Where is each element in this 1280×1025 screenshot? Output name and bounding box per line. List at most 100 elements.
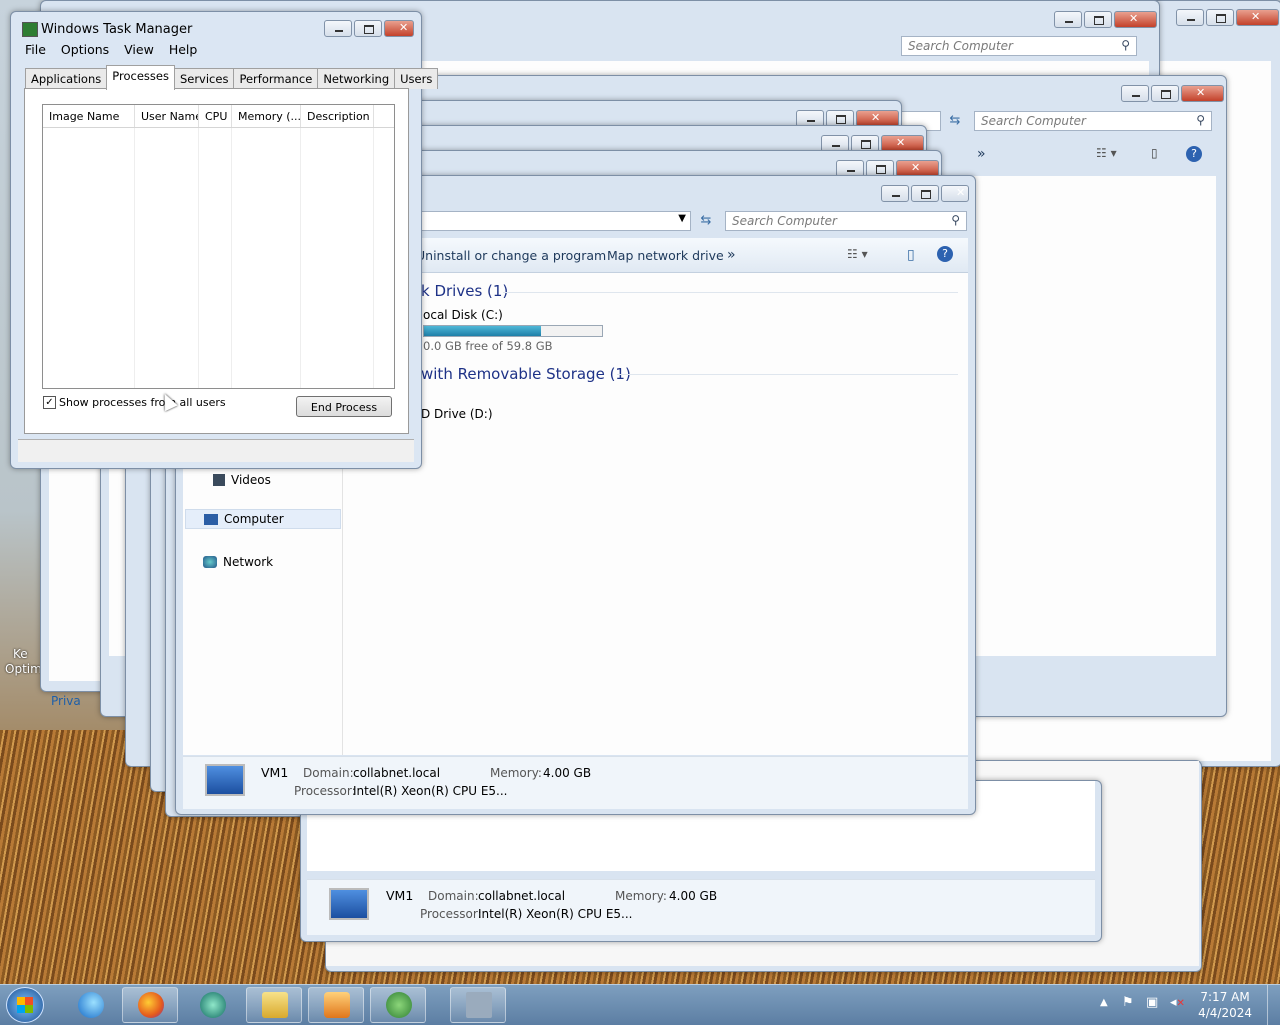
maximize-button[interactable] xyxy=(1084,11,1112,28)
close-button[interactable] xyxy=(1114,11,1157,28)
tab-applications[interactable]: Applications xyxy=(25,68,108,89)
maximize-button[interactable] xyxy=(1151,85,1179,102)
tab-services[interactable]: Services xyxy=(173,68,235,89)
processor-label: Processor: xyxy=(420,907,482,921)
search-icon[interactable]: ⚲ xyxy=(951,213,960,227)
minimize-button[interactable] xyxy=(324,20,352,37)
search-icon[interactable]: ⚲ xyxy=(1196,113,1205,127)
clock-time: 7:17 AM xyxy=(1200,990,1250,1004)
show-all-users-checkbox[interactable]: ✓ Show processes from all users xyxy=(43,396,226,409)
process-list[interactable]: Image Name User Name CPU Memory (... Des… xyxy=(42,104,395,389)
close-button[interactable] xyxy=(384,20,414,37)
preview-pane-icon[interactable]: ▯ xyxy=(907,247,915,263)
map-network-drive-button[interactable]: Map network drive xyxy=(607,248,724,263)
window-title: Windows Task Manager xyxy=(41,22,193,37)
window-caption-buttons[interactable] xyxy=(1054,11,1157,28)
view-options-icon[interactable]: ☷ ▾ xyxy=(847,247,868,261)
task-manager-window[interactable]: Windows Task Manager File Options View H… xyxy=(10,11,439,469)
nav-item-network[interactable]: Network xyxy=(203,555,273,569)
start-button[interactable] xyxy=(6,987,44,1023)
toolbar-more-chevron[interactable]: » xyxy=(977,146,986,162)
computer-name: VM1 xyxy=(386,888,414,903)
desktop-icon-label[interactable]: Optim xyxy=(5,662,42,676)
drive-c-name[interactable]: ocal Disk (C:) xyxy=(423,308,503,322)
domain-label: Domain: xyxy=(303,766,354,780)
taskbar-windows-explorer[interactable] xyxy=(246,987,302,1023)
nav-item-computer[interactable]: Computer xyxy=(185,509,341,529)
processes-panel: Image Name User Name CPU Memory (... Des… xyxy=(24,88,409,434)
close-button[interactable] xyxy=(1181,85,1224,102)
maximize-button[interactable] xyxy=(911,185,939,202)
desktop-icon-label[interactable]: Ke xyxy=(13,647,28,661)
window-caption-buttons[interactable] xyxy=(324,20,414,37)
column-cpu[interactable]: CPU xyxy=(199,105,232,127)
maximize-button[interactable] xyxy=(1206,9,1234,26)
search-input[interactable]: Search Computer ⚲ xyxy=(901,36,1137,56)
search-input[interactable]: Search Computer ⚲ xyxy=(725,211,967,231)
section-removable-storage[interactable]: with Removable Storage (1) xyxy=(421,365,631,383)
refresh-icon[interactable]: ⇆ xyxy=(695,211,717,231)
firefox-icon xyxy=(138,992,164,1018)
desktop-icon-label[interactable]: Priva xyxy=(51,694,81,708)
tab-users[interactable]: Users xyxy=(394,68,439,89)
action-center-flag-icon[interactable]: ⚑ xyxy=(1122,995,1134,1010)
column-image-name[interactable]: Image Name xyxy=(43,105,135,127)
window-caption-buttons[interactable] xyxy=(1176,9,1279,26)
menu-bar: File Options View Help xyxy=(25,42,197,57)
menu-help[interactable]: Help xyxy=(169,42,198,57)
end-process-button[interactable]: End Process xyxy=(296,396,392,417)
column-header-row: Image Name User Name CPU Memory (... Des… xyxy=(43,105,394,128)
show-desktop-button[interactable] xyxy=(1267,985,1280,1025)
memory-value: 4.00 GB xyxy=(669,889,718,903)
minimize-button[interactable] xyxy=(881,185,909,202)
system-clock[interactable]: 7:17 AM 4/4/2024 xyxy=(1198,989,1252,1021)
tab-networking[interactable]: Networking xyxy=(317,68,396,89)
close-button[interactable] xyxy=(941,185,969,202)
network-icon xyxy=(203,556,217,568)
maximize-button[interactable] xyxy=(354,20,382,37)
address-dropdown-icon[interactable]: ▼ xyxy=(678,213,686,224)
column-user-name[interactable]: User Name xyxy=(135,105,199,127)
column-description[interactable]: Description xyxy=(301,105,374,127)
help-icon[interactable]: ? xyxy=(1186,146,1202,162)
drive-c-usage-bar xyxy=(423,325,603,337)
taskbar-internet-explorer[interactable] xyxy=(62,987,118,1023)
tab-processes[interactable]: Processes xyxy=(106,65,175,90)
menu-options[interactable]: Options xyxy=(61,42,109,57)
minimize-button[interactable] xyxy=(1121,85,1149,102)
search-icon[interactable]: ⚲ xyxy=(1121,38,1130,52)
uninstall-program-button[interactable]: Uninstall or change a program xyxy=(416,248,606,263)
help-icon[interactable]: ? xyxy=(937,246,953,262)
show-hidden-icons-button[interactable]: ▲ xyxy=(1100,997,1108,1008)
drive-d-name[interactable]: D Drive (D:) xyxy=(421,407,493,421)
taskbar-media-player[interactable] xyxy=(308,987,364,1023)
preview-pane-icon[interactable]: ▯ xyxy=(1151,146,1158,160)
refresh-icon[interactable]: ⇆ xyxy=(944,111,966,131)
taskbar-users-app[interactable] xyxy=(370,987,426,1023)
taskbar-firefox[interactable] xyxy=(122,987,178,1023)
minimize-button[interactable] xyxy=(1054,11,1082,28)
view-options-icon[interactable]: ☷ ▾ xyxy=(1096,146,1117,160)
checkbox-box[interactable]: ✓ xyxy=(43,396,56,409)
menu-view[interactable]: View xyxy=(124,42,154,57)
processor-label: Processor: xyxy=(294,784,356,798)
taskbar-task-manager[interactable] xyxy=(450,987,506,1023)
section-hard-disk-drives[interactable]: k Drives (1) xyxy=(421,282,508,300)
search-input[interactable]: Search Computer ⚲ xyxy=(974,111,1212,131)
status-bar xyxy=(18,439,414,462)
network-tray-icon[interactable]: ▣ xyxy=(1146,995,1158,1010)
column-memory[interactable]: Memory (... xyxy=(232,105,301,127)
nav-item-videos[interactable]: Videos xyxy=(213,473,271,487)
window-caption-buttons[interactable] xyxy=(881,185,969,202)
task-manager-icon xyxy=(466,992,492,1018)
volume-muted-icon[interactable]: ◂✕ xyxy=(1170,995,1185,1010)
address-bar[interactable]: ▼ xyxy=(406,211,691,231)
taskbar-chat-app[interactable] xyxy=(184,987,240,1023)
tab-performance[interactable]: Performance xyxy=(233,68,319,89)
window-caption-buttons[interactable] xyxy=(1121,85,1224,102)
close-button[interactable] xyxy=(1236,9,1279,26)
menu-file[interactable]: File xyxy=(25,42,46,57)
toolbar-more-chevron[interactable]: » xyxy=(727,247,736,263)
processor-value: Intel(R) Xeon(R) CPU E5... xyxy=(478,907,633,921)
minimize-button[interactable] xyxy=(1176,9,1204,26)
